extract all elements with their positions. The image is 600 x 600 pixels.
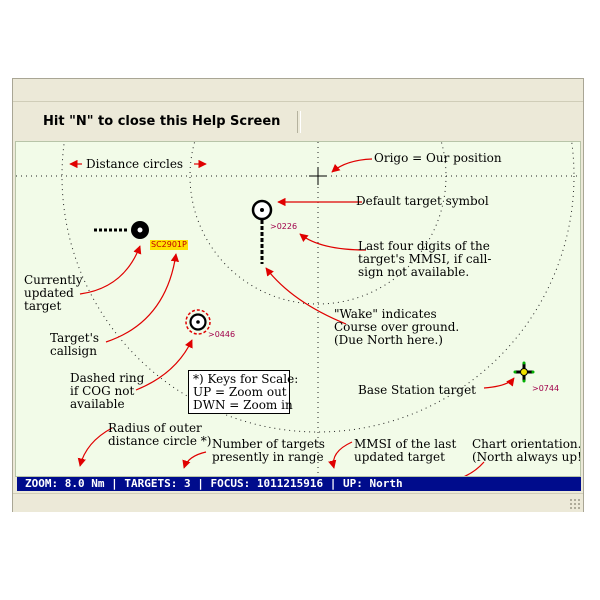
focus-label: FOCUS: [210,477,251,490]
resize-grip-icon[interactable] [569,498,581,510]
mmsi-default-tag: >0226 [270,222,298,231]
last-four-label: Last four digits of the target's MMSI, i… [358,239,492,279]
toolbar-separator [297,111,301,133]
up-label: UP: [342,477,363,490]
bottom-strip [13,493,583,512]
mmsi-dashed-tag: >0446 [208,330,236,339]
mmsi-base-tag: >0744 [532,384,560,393]
toolbar: Hit "N" to close this Help Screen [13,102,583,140]
up-value: North [369,477,403,490]
zoom-value: 8.0 Nm [64,477,105,490]
radius-outer-label: Radius of outer distance circle *) [108,421,212,448]
chart-graphics [16,142,580,476]
distance-circles-label: Distance circles [86,157,184,171]
targets-label: TARGETS: [124,477,178,490]
callsign-note-label: Target's callsign [50,331,100,358]
status-bar: ZOOM: 8.0 Nm | TARGETS: 3 | FOCUS: 10112… [17,477,581,491]
num-targets-label: Number of targets presently in range [212,437,325,464]
callsign-tag: SC2901P [150,240,188,250]
currently-updated-label: Currently updated target [24,273,83,313]
scale-keys-box: *) Keys for Scale: UP = Zoom out DWN = Z… [188,370,298,414]
wake-label: "Wake" indicates Course over ground. (Du… [334,307,460,347]
default-symbol-label: Default target symbol [356,194,489,208]
dashed-ring-label: Dashed ring if COG not available [70,371,145,411]
dashed-ring-target-icon[interactable] [185,309,211,335]
radar-chart[interactable]: Distance circles Origo = Our position De… [15,141,581,477]
focus-value: 1011215916 [256,477,324,490]
targets-value: 3 [183,477,191,490]
chart-orientation-label: Chart orientation. (North always up!) [472,437,581,464]
default-target-symbol-icon[interactable] [251,199,273,264]
base-station-label: Base Station target [358,383,476,397]
current-target-symbol-icon[interactable] [94,221,149,239]
origo-label: Origo = Our position [374,151,502,165]
mmsi-last-label: MMSI of the last updated target [354,437,457,464]
origo-crosshair-icon [309,167,327,185]
title-strip [13,79,583,102]
help-hint: Hit "N" to close this Help Screen [43,114,281,129]
zoom-label: ZOOM: [25,477,59,490]
base-station-icon[interactable] [513,361,535,383]
help-window: Hit "N" to close this Help Screen Distan… [12,78,584,512]
